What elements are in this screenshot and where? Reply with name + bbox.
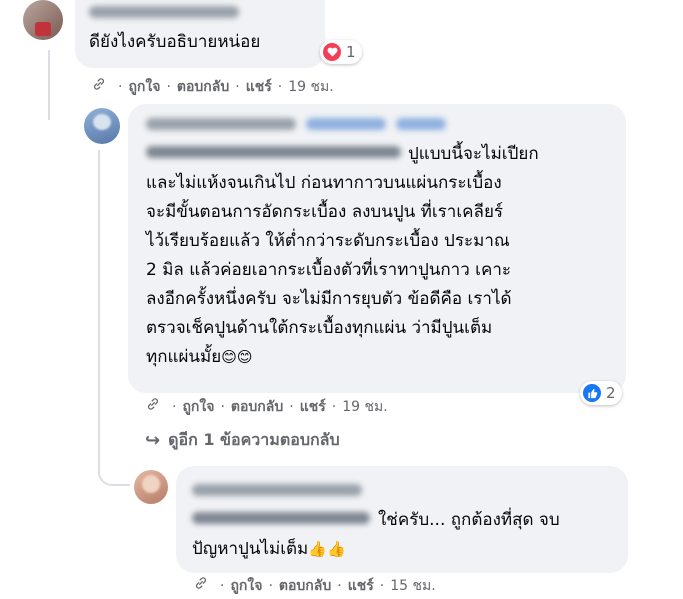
comment-actions: · ถูกใจ · ตอบกลับ · แชร์ · 19 ชม. xyxy=(92,77,334,97)
view-more-replies-link[interactable]: ↪ ดูอีก 1 ข้อความตอบกลับ xyxy=(145,428,340,453)
view-more-replies-label: ดูอีก 1 ข้อความตอบกลับ xyxy=(168,430,340,449)
timestamp[interactable]: 15 ชม. xyxy=(390,576,435,596)
reaction-summary[interactable]: 1 xyxy=(320,40,362,64)
comment-text: ใช่ครับ... ถูกต้องที่สุด จบ ปัญหาปูนไม่เ… xyxy=(192,510,560,559)
like-link[interactable]: ถูกใจ xyxy=(230,576,262,596)
like-link[interactable]: ถูกใจ xyxy=(182,397,214,417)
reaction-summary[interactable]: 2 xyxy=(580,381,622,405)
comment-bubble: ดียังไงครับอธิบายหน่อย xyxy=(75,0,325,68)
link-icon[interactable] xyxy=(194,576,208,596)
share-link[interactable]: แชร์ xyxy=(300,397,326,417)
avatar[interactable] xyxy=(84,108,120,144)
link-icon[interactable] xyxy=(92,77,106,97)
share-link[interactable]: แชร์ xyxy=(246,77,272,97)
avatar[interactable] xyxy=(134,470,168,504)
commenter-name[interactable] xyxy=(192,484,362,496)
like-link[interactable]: ถูกใจ xyxy=(128,77,160,97)
thread-connector xyxy=(98,440,130,486)
comment-actions: · ถูกใจ · ตอบกลับ · แชร์ · 19 ชม. xyxy=(146,397,388,417)
heart-icon xyxy=(323,43,341,61)
reaction-count: 1 xyxy=(346,43,356,61)
commenter-name[interactable] xyxy=(89,6,239,18)
comment-actions: · ถูกใจ · ตอบกลับ · แชร์ · 15 ชม. xyxy=(194,576,436,596)
share-link[interactable]: แชร์ xyxy=(348,576,374,596)
smile-emoji: 😊😊 xyxy=(221,348,253,366)
thread-connector xyxy=(48,100,84,122)
reply-arrow-icon: ↪ xyxy=(145,430,161,451)
link-icon[interactable] xyxy=(146,397,160,417)
comment-text: ดียังไงครับอธิบายหน่อย xyxy=(89,32,261,52)
commenter-name[interactable] xyxy=(146,118,296,130)
comment-text: ปูแบบนี้จะไม่เปียก และไม่แห้งจนเกินไป ก่… xyxy=(146,144,539,367)
comment-bubble: ปูแบบนี้จะไม่เปียก และไม่แห้งจนเกินไป ก่… xyxy=(128,104,626,393)
comment-bubble: ใช่ครับ... ถูกต้องที่สุด จบ ปัญหาปูนไม่เ… xyxy=(176,466,628,573)
reply-link[interactable]: ตอบกลับ xyxy=(231,397,283,417)
timestamp[interactable]: 19 ชม. xyxy=(342,397,387,417)
thumbs-up-emoji: 👍👍 xyxy=(308,540,346,558)
timestamp[interactable]: 19 ชม. xyxy=(288,77,333,97)
reply-link[interactable]: ตอบกลับ xyxy=(177,77,229,97)
reply-link[interactable]: ตอบกลับ xyxy=(279,576,331,596)
thumbs-up-icon xyxy=(583,384,601,402)
avatar[interactable] xyxy=(23,0,63,40)
thread-line xyxy=(98,150,100,475)
reaction-count: 2 xyxy=(606,384,616,402)
